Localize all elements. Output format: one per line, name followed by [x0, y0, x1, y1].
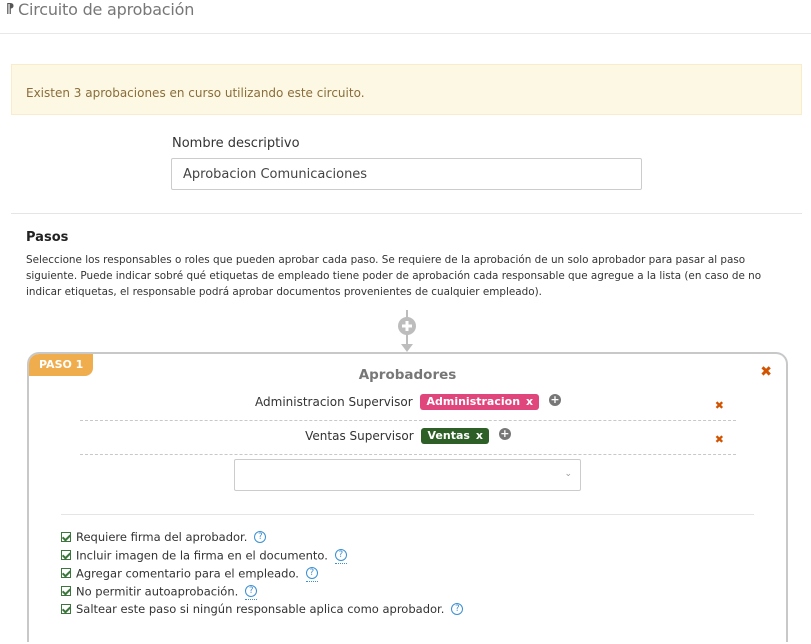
remove-tag-icon[interactable]: x [526, 395, 533, 408]
approver-tag: Ventas x [421, 428, 490, 444]
help-icon[interactable]: ? [305, 566, 318, 579]
step-options: Requiere firma del aprobador.? Incluir i… [61, 530, 464, 620]
option-skip-step[interactable]: Saltear este paso si ningún responsable … [61, 602, 464, 620]
info-alert: Existen 3 aprobaciones en curso utilizan… [11, 64, 802, 115]
remove-approver-icon[interactable]: ✖ [715, 433, 724, 446]
add-tag-icon[interactable]: + [548, 394, 561, 406]
checkbox-checked-icon[interactable] [61, 586, 71, 596]
step-card: PASO 1 ✖ Aprobadores Administracion Supe… [27, 352, 788, 642]
help-icon[interactable]: ? [245, 584, 258, 597]
help-icon[interactable]: ? [334, 548, 347, 561]
checkbox-checked-icon[interactable] [61, 603, 71, 614]
steps-title: Pasos [26, 230, 69, 245]
approver-tag: Administracion x [420, 394, 540, 410]
option-require-signature[interactable]: Requiere firma del aprobador.? [61, 530, 463, 548]
name-field[interactable] [171, 158, 642, 190]
name-field-label: Nombre descriptivo [172, 136, 300, 151]
option-no-self-approval[interactable]: No permitir autoaprobación.? [61, 584, 463, 602]
help-icon[interactable]: ? [254, 530, 267, 543]
approver-name: Ventas Supervisor [305, 429, 414, 443]
option-add-comment[interactable]: Agregar comentario para el empleado.? [61, 566, 463, 584]
page-title: Circuito de aprobación [18, 0, 195, 19]
approver-select[interactable]: ⌄ [234, 459, 581, 491]
section-divider [11, 213, 802, 214]
add-tag-icon[interactable]: + [498, 428, 511, 440]
help-icon[interactable]: ? [451, 602, 464, 615]
checkbox-checked-icon[interactable] [61, 550, 71, 560]
remove-tag-icon[interactable]: x [476, 429, 483, 442]
checkbox-checked-icon[interactable] [61, 531, 71, 542]
checkbox-checked-icon[interactable] [61, 568, 71, 578]
option-include-signature-image[interactable]: Incluir imagen de la firma en el documen… [61, 548, 463, 566]
flow-icon: ⁋ [6, 2, 15, 17]
chevron-down-icon: ⌄ [564, 469, 572, 479]
approver-name: Administracion Supervisor [255, 395, 413, 409]
remove-approver-icon[interactable]: ✖ [715, 399, 724, 412]
approvers-title: Aprobadores [358, 367, 457, 383]
steps-description: Seleccione los responsables o roles que … [26, 254, 762, 298]
approver-row: Administracion Supervisor Administracion… [80, 387, 736, 421]
approver-row: Ventas Supervisor Ventas x + ✖ [80, 421, 736, 455]
page-header: ⁋ Circuito de aprobación [0, 0, 811, 34]
add-step-connector[interactable] [396, 310, 418, 354]
options-divider [61, 514, 754, 515]
